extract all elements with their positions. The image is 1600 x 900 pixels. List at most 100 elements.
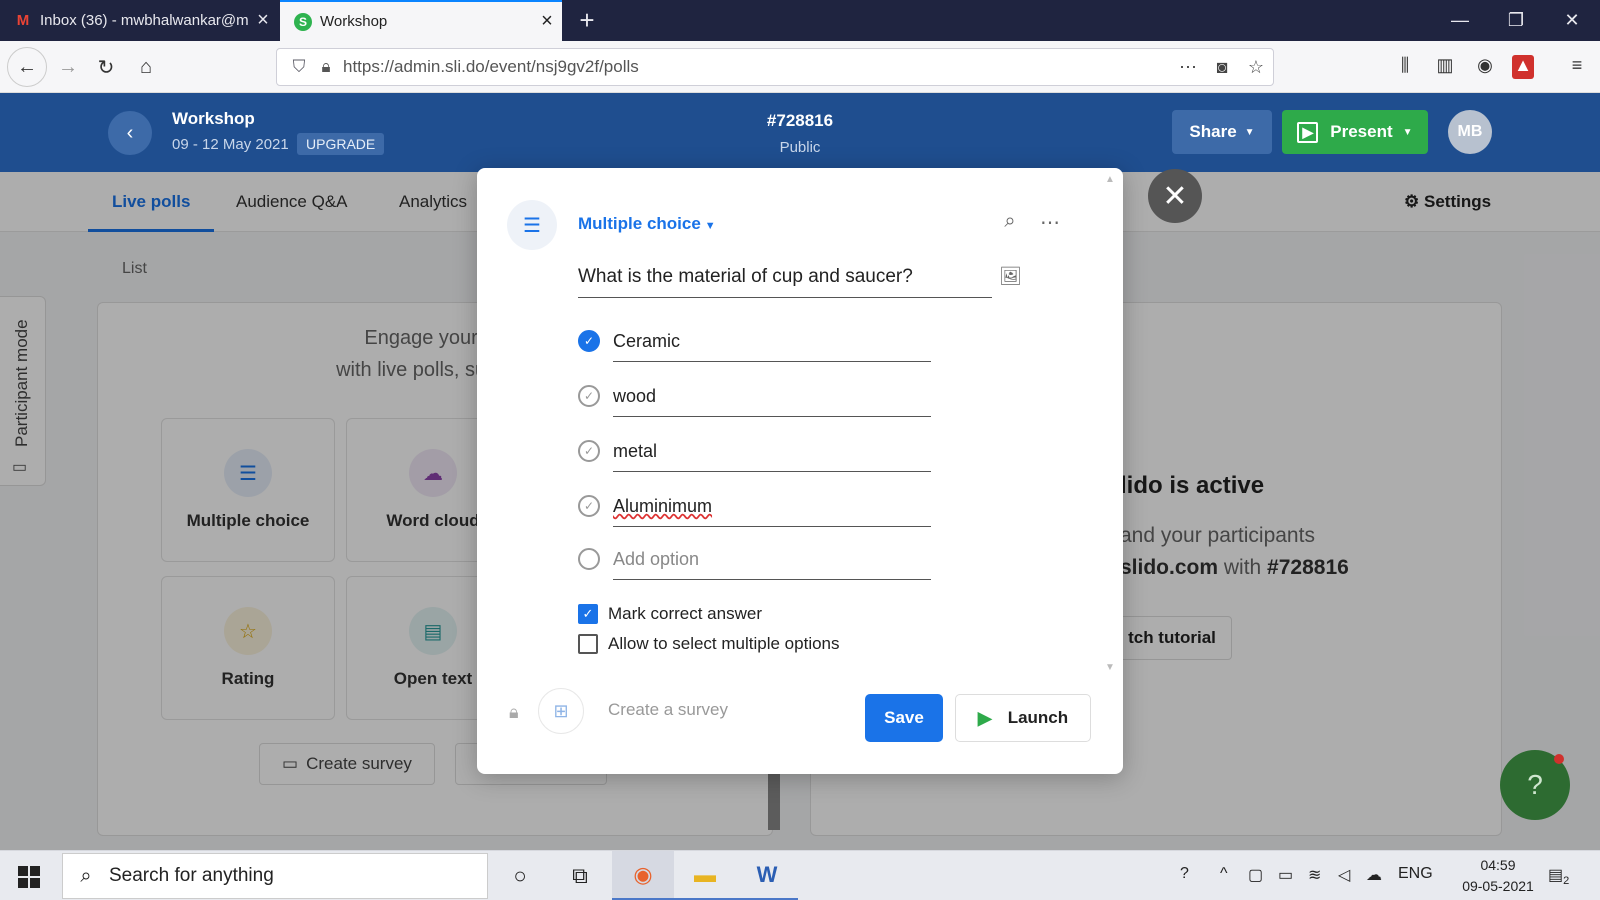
firefox-icon[interactable]: ◉ xyxy=(612,851,674,900)
taskbar-clock[interactable]: 04:59 09-05-2021 xyxy=(1458,855,1538,897)
onedrive-icon[interactable]: ☁ xyxy=(1366,865,1382,885)
back-to-events-button[interactable]: ‹ xyxy=(108,111,152,155)
cortana-icon[interactable]: ○ xyxy=(489,851,551,900)
correct-answer-check-icon[interactable]: ✓ xyxy=(578,495,600,517)
task-view-icon[interactable]: ⧉ xyxy=(549,851,611,900)
scroll-up-icon[interactable]: ▲ xyxy=(1105,174,1115,185)
windows-start-icon[interactable] xyxy=(18,866,40,888)
question-input[interactable]: What is the material of cup and saucer? xyxy=(578,258,992,298)
option-input[interactable]: Aluminimum xyxy=(613,487,931,527)
close-window-button[interactable]: ✕ xyxy=(1544,0,1600,41)
present-button[interactable]: ▶ Present ▼ xyxy=(1282,110,1428,154)
poll-type-dropdown[interactable]: Multiple choice ▼ xyxy=(578,214,716,234)
minimize-button[interactable]: — xyxy=(1432,0,1488,41)
bookmark-star-icon[interactable]: ☆ xyxy=(1239,57,1273,78)
windows-taskbar: ⌕ Search for anything ○ ⧉ ◉ ▬ W ? ^ ▢ ▭ … xyxy=(0,850,1600,900)
correct-answer-check-icon[interactable]: ✓ xyxy=(578,440,600,462)
event-visibility: Public xyxy=(779,139,821,156)
option-input[interactable]: wood xyxy=(613,377,931,417)
allow-multiple-row[interactable]: Allow to select multiple options xyxy=(578,634,840,654)
add-option-input[interactable]: Add option xyxy=(613,540,931,580)
action-center-icon[interactable]: ▤2 xyxy=(1548,865,1569,887)
lock-icon: 🔒︎ xyxy=(509,702,519,722)
scroll-down-icon[interactable]: ▼ xyxy=(1105,662,1115,673)
poll-type-label: Multiple choice xyxy=(578,214,701,233)
extension-icon[interactable]: ▲ xyxy=(1512,55,1534,79)
notification-dot xyxy=(1554,754,1564,764)
event-code: #728816 xyxy=(766,111,834,130)
lock-icon[interactable]: 🔒︎ xyxy=(315,57,337,77)
meet-now-icon[interactable]: ▢ xyxy=(1248,865,1263,885)
tracking-shield-icon[interactable]: ⛉ xyxy=(283,57,315,77)
word-icon[interactable]: W xyxy=(736,851,798,900)
help-button[interactable]: ? xyxy=(1500,750,1570,820)
back-button[interactable]: ← xyxy=(7,47,47,87)
close-tab-icon[interactable]: × xyxy=(532,10,562,33)
notification-count: 2 xyxy=(1563,875,1570,888)
correct-answer-check-icon[interactable]: ✓ xyxy=(578,385,600,407)
correct-answer-check-icon[interactable]: ✓ xyxy=(578,330,600,352)
caret-down-icon: ▼ xyxy=(704,220,716,232)
home-button[interactable]: ⌂ xyxy=(128,49,164,85)
pocket-icon[interactable]: ◙ xyxy=(1205,57,1239,78)
language-indicator[interactable]: ENG xyxy=(1398,865,1433,883)
present-label: Present xyxy=(1330,122,1393,141)
search-icon: ⌕ xyxy=(80,864,92,887)
option-input[interactable]: metal xyxy=(613,432,931,472)
new-tab-button[interactable]: + xyxy=(572,4,602,36)
help-tray-icon[interactable]: ? xyxy=(1180,865,1189,883)
sidebar-icon[interactable]: ▥ xyxy=(1432,55,1458,79)
create-survey-link[interactable]: Create a survey xyxy=(608,700,728,720)
more-actions-icon[interactable]: ⋯ xyxy=(1171,57,1205,78)
tab-title: Inbox (36) - mwbhalwankar@m xyxy=(40,12,248,29)
file-explorer-icon[interactable]: ▬ xyxy=(674,851,736,900)
clock-date: 09-05-2021 xyxy=(1462,878,1534,894)
add-image-icon[interactable]: 🖼︎ xyxy=(999,266,1023,290)
event-title: Workshop xyxy=(172,109,255,128)
account-icon[interactable]: ◉ xyxy=(1472,55,1498,79)
allow-multiple-checkbox[interactable] xyxy=(578,634,598,654)
tab-workshop[interactable]: S Workshop × xyxy=(280,0,562,41)
close-tab-icon[interactable]: × xyxy=(248,9,278,32)
search-icon[interactable]: ⌕ xyxy=(995,210,1025,240)
upgrade-button[interactable]: UPGRADE xyxy=(297,133,385,155)
search-placeholder: Search for anything xyxy=(109,865,274,886)
close-modal-button[interactable]: ✕ xyxy=(1148,169,1202,223)
save-button[interactable]: Save xyxy=(865,694,943,742)
battery-icon[interactable]: ▭ xyxy=(1278,865,1293,885)
mark-correct-row[interactable]: ✓ Mark correct answer xyxy=(578,604,762,624)
show-hidden-icons[interactable]: ^ xyxy=(1220,865,1228,883)
allow-multiple-label: Allow to select multiple options xyxy=(608,634,840,653)
browser-nav-bar: ← → ↻ ⌂ ⛉ 🔒︎ https://admin.sli.do/event/… xyxy=(0,41,1600,93)
add-to-folder-icon[interactable]: ⊞ xyxy=(538,688,584,734)
share-button[interactable]: Share ▼ xyxy=(1172,110,1272,154)
wifi-icon[interactable]: ≋ xyxy=(1308,865,1321,885)
launch-button[interactable]: ▶ Launch xyxy=(955,694,1091,742)
reload-button[interactable]: ↻ xyxy=(88,49,124,85)
library-icon[interactable]: ⫼ xyxy=(1392,55,1418,79)
tab-gmail[interactable]: M Inbox (36) - mwbhalwankar@m × xyxy=(0,0,278,41)
mark-correct-label: Mark correct answer xyxy=(608,604,762,623)
chevron-down-icon: ▼ xyxy=(1402,126,1413,138)
option-input[interactable]: Ceramic xyxy=(613,322,931,362)
avatar[interactable]: MB xyxy=(1448,110,1492,154)
taskbar-search[interactable]: ⌕ Search for anything xyxy=(62,853,488,899)
app-header: ‹ Workshop 09 - 12 May 2021 UPGRADE #728… xyxy=(0,93,1600,172)
share-label: Share xyxy=(1189,122,1237,141)
menu-icon[interactable]: ≡ xyxy=(1564,55,1590,79)
play-icon: ▶ xyxy=(977,707,992,728)
event-dates: 09 - 12 May 2021 xyxy=(172,136,289,153)
present-icon: ▶ xyxy=(1297,121,1319,143)
clock-time: 04:59 xyxy=(1480,857,1516,873)
more-options-icon[interactable]: ⋯ xyxy=(1035,210,1065,240)
mark-correct-checkbox[interactable]: ✓ xyxy=(578,604,598,624)
restore-button[interactable]: ❐ xyxy=(1488,0,1544,41)
url-text[interactable]: https://admin.sli.do/event/nsj9gv2f/poll… xyxy=(337,57,1171,77)
slido-icon: S xyxy=(294,12,312,31)
list-icon: ☰ xyxy=(507,200,557,250)
tab-title: Workshop xyxy=(320,13,388,30)
forward-button[interactable]: → xyxy=(50,49,86,85)
volume-icon[interactable]: ◁ xyxy=(1338,865,1350,885)
modal-scrollbar[interactable]: ▲ ▼ xyxy=(1105,174,1115,674)
address-bar[interactable]: ⛉ 🔒︎ https://admin.sli.do/event/nsj9gv2f… xyxy=(276,48,1274,86)
